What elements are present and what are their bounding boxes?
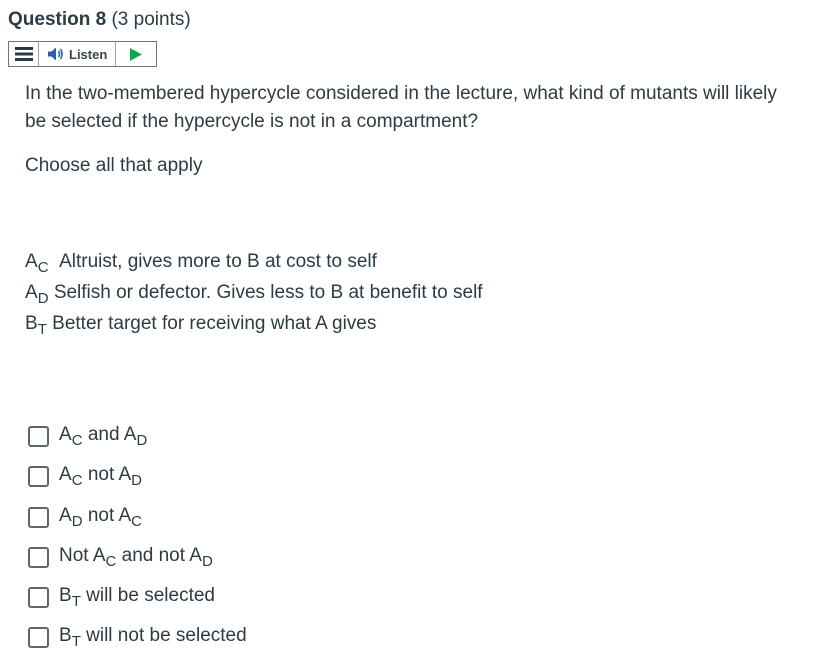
definition-line: BT Better target for receiving what A gi…: [25, 313, 377, 338]
play-button[interactable]: [116, 42, 156, 66]
menu-icon: [14, 47, 33, 61]
definitions-list: AC Altruist, gives more to B at cost to …: [25, 250, 483, 343]
listen-button[interactable]: Listen: [39, 42, 117, 66]
checkbox[interactable]: [28, 587, 49, 609]
option-label: Not AC and not AD: [59, 544, 213, 570]
menu-button[interactable]: [9, 42, 39, 66]
answer-option[interactable]: BT will be selected: [28, 584, 247, 624]
answer-option[interactable]: AC not AD: [28, 463, 247, 503]
answer-option[interactable]: Not AC and not AD: [28, 544, 247, 584]
listen-toolbar: Listen: [8, 41, 157, 67]
option-label: AC not AD: [59, 464, 142, 490]
option-label: AC and AD: [59, 424, 148, 449]
definition-line: AC Altruist, gives more to B at cost to …: [25, 251, 377, 276]
question-text: In the two-membered hypercycle considere…: [25, 83, 777, 132]
option-label: BT will be selected: [59, 585, 215, 611]
checkbox[interactable]: [28, 466, 49, 488]
answer-options: AC and AD AC not AD AD not AC Not AC and no…: [28, 423, 247, 665]
answer-option[interactable]: AD not AC: [28, 504, 247, 544]
play-icon: [130, 47, 143, 61]
speaker-icon: [48, 47, 63, 61]
question-points: (3 points): [111, 9, 191, 30]
checkbox[interactable]: [28, 426, 49, 447]
checkbox[interactable]: [28, 506, 49, 528]
instruction-text: Choose all that apply: [25, 155, 203, 176]
checkbox[interactable]: [28, 627, 49, 649]
question-number: Question 8: [8, 9, 107, 30]
answer-option[interactable]: BT will not be selected: [28, 624, 247, 664]
definition-line: AD Selfish or defector. Gives less to B …: [25, 282, 483, 307]
answer-option[interactable]: AC and AD: [28, 423, 247, 463]
question-header: Question 8 (3 points): [8, 9, 191, 31]
option-label: AD not AC: [59, 504, 142, 530]
option-label: BT will not be selected: [59, 625, 247, 651]
checkbox[interactable]: [28, 546, 49, 568]
listen-label: Listen: [69, 46, 108, 62]
